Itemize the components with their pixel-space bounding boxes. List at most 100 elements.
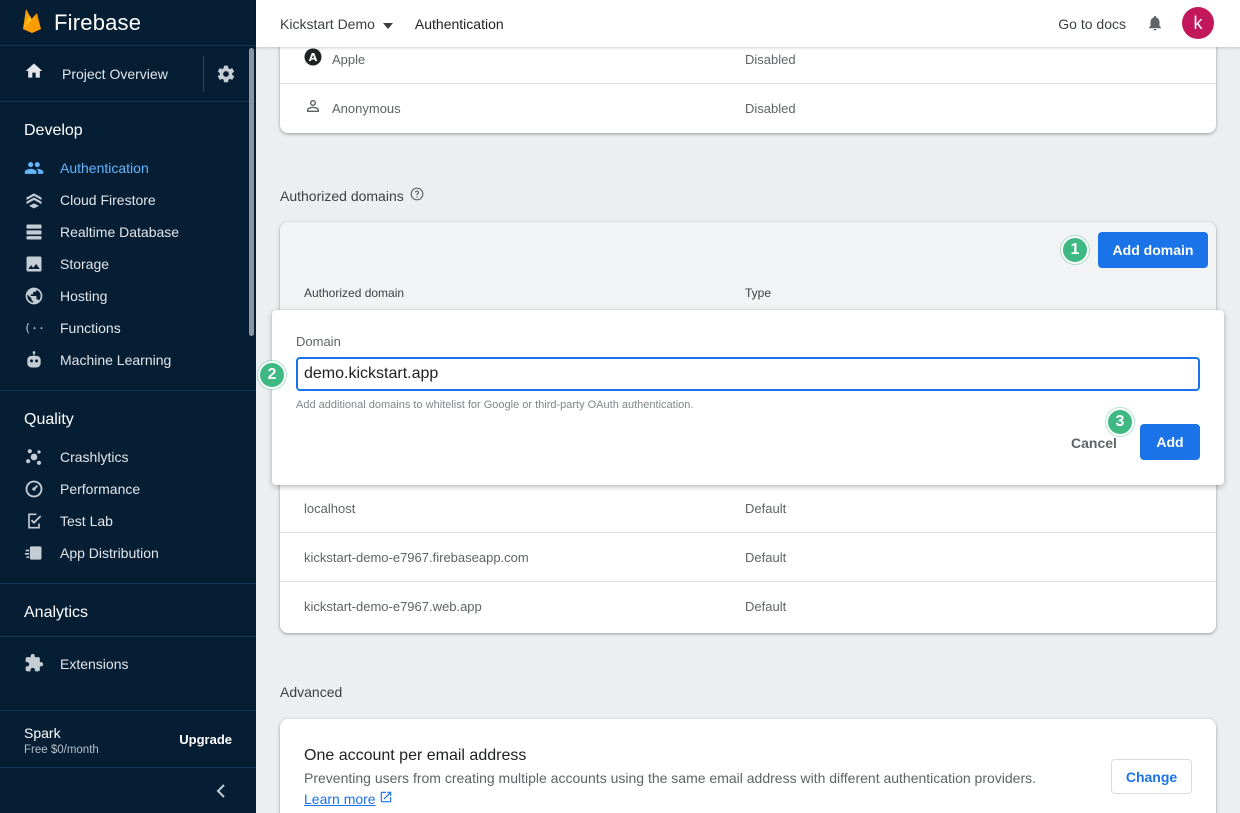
cancel-button[interactable]: Cancel <box>1071 435 1117 451</box>
sidebar-item-label: Hosting <box>60 288 108 304</box>
crashlytics-icon <box>24 447 44 467</box>
firestore-icon <box>24 190 44 210</box>
sidebar-item-test-lab[interactable]: Test Lab <box>0 505 256 537</box>
develop-section: Develop Authentication Cloud Firestore R… <box>0 102 256 391</box>
speedometer-icon <box>24 479 44 499</box>
svg-text:(···): (···) <box>24 321 44 335</box>
sidebar-item-hosting[interactable]: Hosting <box>0 280 256 312</box>
project-selector[interactable]: Kickstart Demo <box>280 16 393 32</box>
sidebar-item-label: Test Lab <box>60 513 113 529</box>
sidebar-item-label: Machine Learning <box>60 352 172 368</box>
sidebar-header: Firebase <box>0 0 256 46</box>
sidebar-item-label: Cloud Firestore <box>60 192 156 208</box>
analytics-heading: Analytics <box>24 604 89 621</box>
people-icon <box>24 158 44 178</box>
domain-field-label: Domain <box>296 334 341 349</box>
provider-status: Disabled <box>745 52 796 67</box>
sidebar-item-storage[interactable]: Storage <box>0 248 256 280</box>
table-row[interactable]: kickstart-demo-e7967.web.app Default <box>280 582 1216 631</box>
sidebar-item-performance[interactable]: Performance <box>0 473 256 505</box>
distribution-icon <box>24 543 44 563</box>
avatar[interactable]: k <box>1182 7 1214 39</box>
sidebar-item-functions[interactable]: (···) Functions <box>0 312 256 344</box>
main-content: A Apple Disabled Anonymous Disabled Auth… <box>256 35 1240 813</box>
sidebar-item-label: Functions <box>60 320 121 336</box>
provider-status: Disabled <box>745 101 796 116</box>
table-row[interactable]: kickstart-demo-e7967.firebaseapp.com Def… <box>280 533 1216 582</box>
sidebar-item-label: Storage <box>60 256 110 272</box>
domain-cell: kickstart-demo-e7967.firebaseapp.com <box>304 550 529 565</box>
type-cell: Default <box>745 501 787 516</box>
database-icon <box>24 222 44 242</box>
advanced-card <box>280 719 1216 813</box>
type-cell: Default <box>745 550 787 565</box>
sidebar-item-label: Performance <box>60 481 141 497</box>
project-overview-item[interactable]: Project Overview <box>0 46 256 102</box>
checklist-icon <box>24 511 44 531</box>
domain-input[interactable] <box>296 357 1200 391</box>
column-header-domain: Authorized domain <box>304 286 405 300</box>
sidebar: Firebase Project Overview Develop Authen… <box>0 0 256 813</box>
gear-icon[interactable] <box>216 64 236 89</box>
sidebar-item-label: Extensions <box>60 656 129 672</box>
firebase-logo-icon[interactable] <box>22 7 42 38</box>
provider-name: Apple <box>332 52 366 67</box>
provider-name: Anonymous <box>332 101 401 116</box>
bell-icon[interactable] <box>1146 13 1164 38</box>
sidebar-item-realtime-database[interactable]: Realtime Database <box>0 216 256 248</box>
advanced-heading: Advanced <box>280 684 343 700</box>
person-icon <box>304 97 322 118</box>
step-badge-3: 3 <box>1106 408 1134 436</box>
add-button[interactable]: Add <box>1140 424 1200 460</box>
quality-heading: Quality <box>24 411 74 428</box>
column-header-type: Type <box>745 286 772 300</box>
sidebar-item-authentication[interactable]: Authentication <box>0 152 256 184</box>
domain-table-body: localhost Default kickstart-demo-e7967.f… <box>280 484 1216 633</box>
table-row[interactable]: Anonymous Disabled <box>280 84 1216 133</box>
authorized-domains-title: Authorized domains <box>280 187 404 204</box>
add-domain-dialog: Domain Add additional domains to whiteli… <box>272 310 1224 485</box>
upgrade-button[interactable]: Upgrade <box>179 732 232 747</box>
sidebar-item-app-distribution[interactable]: App Distribution <box>0 537 256 569</box>
sidebar-item-label: Realtime Database <box>60 224 180 240</box>
add-domain-button[interactable]: Add domain <box>1098 232 1208 268</box>
domain-cell: localhost <box>304 501 356 516</box>
apple-icon: A <box>304 48 322 69</box>
sidebar-item-label: Authentication <box>60 160 149 176</box>
svg-text:A: A <box>309 51 318 64</box>
globe-icon <box>24 286 44 306</box>
step-badge-2: 2 <box>258 361 286 389</box>
table-row[interactable]: localhost Default <box>280 484 1216 533</box>
top-bar: Kickstart Demo Authentication Go to docs… <box>256 0 1240 47</box>
caret-down-icon <box>382 16 393 32</box>
analytics-section[interactable]: Analytics <box>0 584 256 636</box>
sidebar-item-label: Crashlytics <box>60 449 129 465</box>
help-icon[interactable] <box>410 187 424 204</box>
sidebar-item-label: App Distribution <box>60 545 159 561</box>
type-cell: Default <box>745 599 787 614</box>
robot-icon <box>24 350 44 370</box>
brand-name[interactable]: Firebase <box>54 10 141 36</box>
sidebar-item-cloud-firestore[interactable]: Cloud Firestore <box>0 184 256 216</box>
domain-cell: kickstart-demo-e7967.web.app <box>304 599 482 614</box>
sign-in-providers-card: A Apple Disabled Anonymous Disabled <box>280 35 1216 133</box>
sidebar-item-extensions[interactable]: Extensions <box>0 636 256 691</box>
sidebar-scrollbar[interactable] <box>249 48 254 336</box>
divider <box>203 56 204 92</box>
sidebar-item-crashlytics[interactable]: Crashlytics <box>0 441 256 473</box>
home-icon <box>24 61 44 86</box>
functions-icon: (···) <box>24 318 44 338</box>
domain-field-hint: Add additional domains to whitelist for … <box>296 399 694 411</box>
step-badge-1: 1 <box>1061 236 1089 264</box>
page-title: Authentication <box>414 15 504 32</box>
photo-icon <box>24 254 44 274</box>
go-to-docs-link[interactable]: Go to docs <box>1058 16 1126 32</box>
authorized-domains-heading: Authorized domains <box>280 187 424 204</box>
quality-section: Quality Crashlytics Performance Test Lab… <box>0 391 256 584</box>
sidebar-item-machine-learning[interactable]: Machine Learning <box>0 344 256 376</box>
plan-box: Spark Free $0/month Upgrade <box>0 710 256 768</box>
project-overview-label: Project Overview <box>62 65 168 82</box>
chevron-left-icon[interactable] <box>214 783 228 804</box>
puzzle-icon <box>24 653 44 676</box>
develop-heading: Develop <box>24 122 83 139</box>
